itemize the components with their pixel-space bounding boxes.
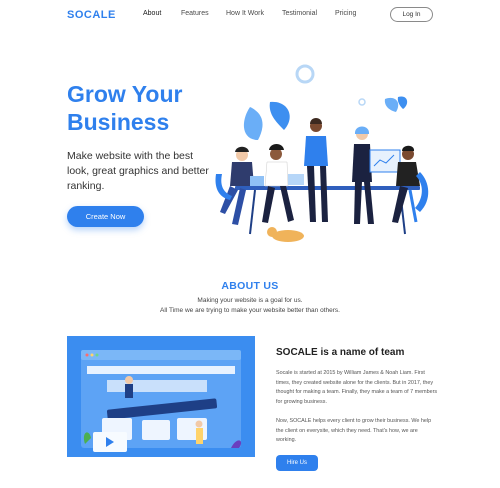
person-3-body xyxy=(304,136,328,166)
laptop-2 xyxy=(288,174,304,185)
table-top xyxy=(235,186,420,190)
brand-logo[interactable]: SOCALE xyxy=(67,9,116,21)
nav-link-pricing[interactable]: Pricing xyxy=(335,10,356,17)
blob-decoration-3 xyxy=(384,97,399,112)
nav-link-how-it-work[interactable]: How It Work xyxy=(226,10,264,17)
hero-title: Grow Your Business xyxy=(67,80,227,136)
person-5-body xyxy=(396,162,420,186)
team-paragraph-2: Now, SOCALE helps every client to grow t… xyxy=(276,418,432,444)
nav-link-features[interactable]: Features xyxy=(181,10,209,17)
nav-link-about[interactable]: About xyxy=(143,10,161,17)
hero-title-line1: Grow Your xyxy=(67,81,183,107)
hire-us-button[interactable]: Hire Us xyxy=(276,455,318,471)
team-title: SOCALE is a name of team xyxy=(276,347,405,358)
person-small xyxy=(125,376,133,384)
blob-decoration-2 xyxy=(269,101,290,130)
hero-title-line2: Business xyxy=(67,109,170,135)
nav-link-testimonial[interactable]: Testimonial xyxy=(282,10,317,17)
about-text-line1: Making your website is a goal for us. xyxy=(197,297,303,304)
about-title: ABOUT US xyxy=(221,280,279,292)
create-now-button[interactable]: Create Now xyxy=(67,206,144,227)
blob-decoration xyxy=(243,107,263,140)
team-paragraph-1: Socale is started at 2015 by William Jam… xyxy=(276,370,438,405)
hero-subtitle: Make website with the best look, great g… xyxy=(67,150,209,192)
ring-decoration xyxy=(295,64,315,84)
about-text-line2: All Time we are trying to make your webs… xyxy=(160,307,340,314)
laptop-1 xyxy=(250,176,264,186)
small-ring-decoration xyxy=(358,98,366,106)
team-illustration xyxy=(215,64,429,242)
person-2-body xyxy=(264,161,289,187)
top-navbar: SOCALE About Features How It Work Testim… xyxy=(0,0,500,30)
chair-1 xyxy=(215,174,232,200)
login-button[interactable]: Log In xyxy=(390,7,433,22)
monitor xyxy=(369,149,401,173)
about-illustration xyxy=(67,336,255,457)
blob-decoration-4 xyxy=(397,96,408,109)
person-4-body xyxy=(352,144,372,182)
